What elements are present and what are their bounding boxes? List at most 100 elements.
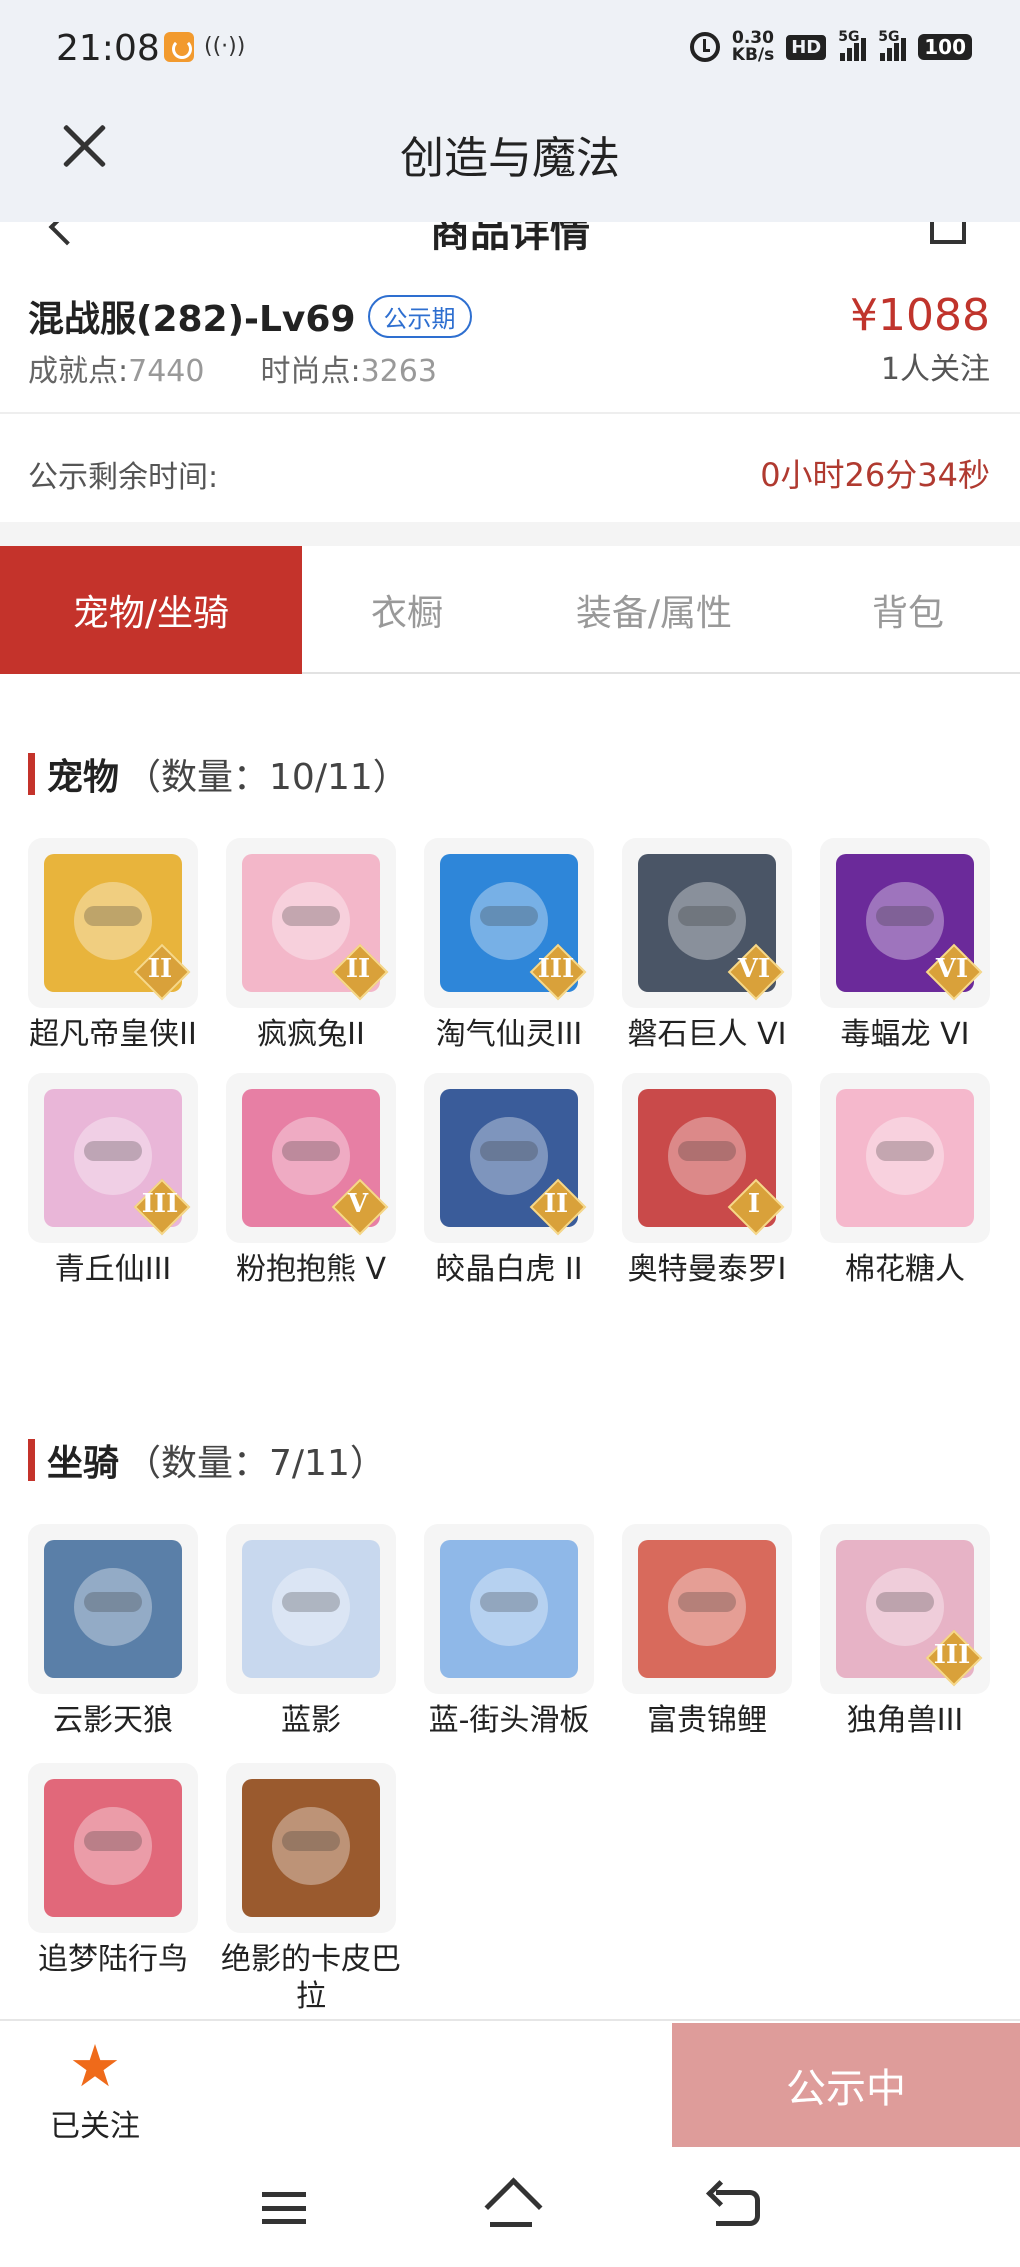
item-name: 青丘仙III [54,1252,172,1287]
item-name: 蓝影 [281,1703,341,1738]
bottom-action-bar: ★ 已关注 公示中 [0,2019,1020,2149]
item-name: 棉花糖人 [845,1252,965,1287]
signal-icon: 5G [878,29,907,61]
battery-icon: 100 [918,34,972,60]
section-marker [28,753,35,795]
home-icon[interactable] [484,2182,538,2234]
item-thumbnail: II [226,838,396,1008]
page-header: 商品详情 [0,222,1020,252]
tab-wardrobe[interactable]: 衣橱 [302,546,512,674]
list-item[interactable]: 追梦陆行鸟 [28,1763,198,2019]
list-item[interactable]: 棉花糖人 [820,1073,990,1288]
page-title: 商品详情 [430,222,590,252]
item-name: 独角兽III [846,1703,964,1738]
divider [0,412,1020,414]
follower-count: 1人关注 [880,352,990,387]
app-title: 创造与魔法 [400,133,620,184]
item-name: 皎晶白虎 II [435,1252,583,1287]
item-thumbnail: VI [820,838,990,1008]
net-speed: 0.30 KB/s [731,28,775,65]
tab-pets-mounts[interactable]: 宠物/坐骑 [0,546,302,674]
tier-badge: II [334,946,382,994]
list-item[interactable]: III 淘气仙灵III [424,838,594,1053]
tier-badge: III [532,946,580,994]
item-thumbnail [28,1763,198,1933]
product-name: 混战服(282)-Lv69 公示期 [28,290,472,342]
follow-button[interactable]: ★ 已关注 [30,2035,160,2145]
item-name: 疯疯兔II [257,1017,365,1052]
list-item[interactable]: 蓝影 [226,1524,396,1743]
item-name: 蓝-街头滑板 [428,1703,590,1738]
item-name: 富贵锦鲤 [647,1703,767,1738]
fashion-points: 时尚点:3263 [260,354,437,389]
tier-badge: II [532,1181,580,1229]
back-icon[interactable] [716,2190,760,2226]
tab-equipment[interactable]: 装备/属性 [512,546,796,674]
item-image [44,1540,182,1678]
list-item[interactable]: 绝影的卡皮巴拉 [221,1763,401,2019]
app-header: 21:08 ((·)) 0.30 KB/s HD 5G 5G 100 创造与魔法 [0,0,1020,222]
menu-icon[interactable] [262,2192,306,2224]
tab-backpack[interactable]: 背包 [796,546,1020,674]
countdown-label: 公示剩余时间: [28,460,219,495]
publicity-status-button[interactable]: 公示中 [672,2023,1020,2147]
item-image [44,1779,182,1917]
item-thumbnail [820,1073,990,1243]
share-icon[interactable] [930,222,966,244]
alarm-icon [689,32,720,62]
item-thumbnail [424,1524,594,1694]
item-name: 超凡帝皇侠II [29,1017,197,1052]
follow-label: 已关注 [50,2109,140,2144]
item-thumbnail: III [28,1073,198,1243]
list-item[interactable]: VI 磐石巨人 VI [622,838,792,1053]
product-stats: 成就点:7440 时尚点:3263 [28,346,437,390]
item-thumbnail: II [28,838,198,1008]
status-time: 21:08 [56,28,160,69]
list-item[interactable]: II 超凡帝皇侠II [28,838,198,1053]
item-thumbnail: III [424,838,594,1008]
item-image [242,1779,380,1917]
list-item[interactable]: II 皎晶白虎 II [424,1073,594,1288]
list-item[interactable]: 蓝-街头滑板 [424,1524,594,1743]
section-marker [28,1439,35,1481]
item-image [638,1540,776,1678]
list-item[interactable]: III 青丘仙III [28,1073,198,1288]
mounts-grid: 云影天狼 蓝影 蓝-街头滑板 富贵锦鲤 III 独角兽III 追梦陆行鸟 绝影的卡皮巴拉 [28,1524,994,2019]
item-name: 粉抱抱熊 V [235,1252,387,1287]
item-thumbnail: II [424,1073,594,1243]
mounts-section-title: 坐骑 （数量：7/11） [28,1434,386,1486]
list-item[interactable]: I 奥特曼泰罗I [622,1073,792,1288]
countdown-value: 0小时26分34秒 [760,456,990,494]
list-item[interactable]: III 独角兽III [820,1524,990,1743]
app-notification-icon [164,32,194,62]
item-name: 磐石巨人 VI [627,1017,787,1052]
item-image [242,1540,380,1678]
tier-badge: V [334,1181,382,1229]
item-name: 绝影的卡皮巴拉 [221,1942,401,2014]
list-item[interactable]: II 疯疯兔II [226,838,396,1053]
item-thumbnail: VI [622,838,792,1008]
star-icon: ★ [69,2032,121,2100]
item-name: 淘气仙灵III [435,1017,583,1052]
list-item[interactable]: 富贵锦鲤 [622,1524,792,1743]
list-item[interactable]: V 粉抱抱熊 V [226,1073,396,1288]
status-badge: 公示期 [367,294,472,338]
system-nav-bar [0,2150,1020,2267]
tier-badge: VI [928,946,976,994]
tier-badge: VI [730,946,778,994]
list-item[interactable]: VI 毒蝠龙 VI [820,838,990,1053]
item-name: 追梦陆行鸟 [38,1942,188,1977]
item-image [440,1540,578,1678]
tier-badge: II [136,946,184,994]
item-image [836,1089,974,1227]
tier-badge: III [136,1181,184,1229]
item-thumbnail [226,1763,396,1933]
list-item[interactable]: 云影天狼 [28,1524,198,1743]
signal-icon: 5G [838,29,867,61]
hd-icon: HD [786,34,827,60]
tier-badge: III [928,1632,976,1680]
item-name: 毒蝠龙 VI [840,1017,970,1052]
nfc-icon: ((·)) [204,34,246,59]
divider [0,522,1020,546]
status-icons: 0.30 KB/s HD 5G 5G 100 [689,28,972,65]
